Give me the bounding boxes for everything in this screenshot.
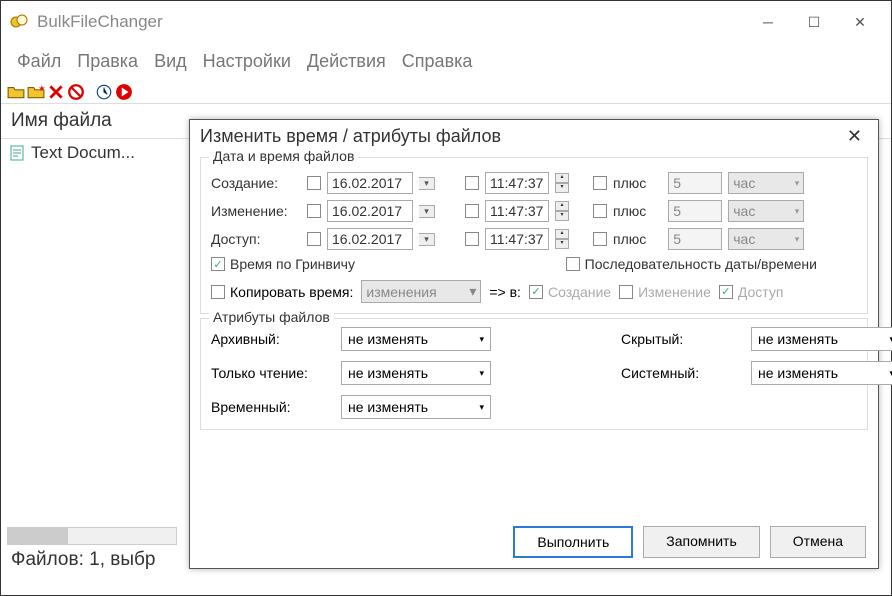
datetime-fieldset: Дата и время файлов Создание: 16.02.2017… xyxy=(200,157,868,314)
cancel-button[interactable]: Отмена xyxy=(770,526,866,558)
cancel-icon[interactable] xyxy=(67,83,85,101)
system-label: Системный: xyxy=(621,365,731,381)
copy-to-accessed-checkbox[interactable] xyxy=(719,285,733,299)
modified-plus-checkbox[interactable] xyxy=(593,204,607,218)
folder-open-icon[interactable] xyxy=(7,83,25,101)
copytime-checkbox[interactable] xyxy=(211,285,225,299)
copy-to-modified-checkbox[interactable] xyxy=(619,285,633,299)
titlebar: BulkFileChanger ─ ☐ ✕ xyxy=(1,1,891,43)
menu-edit[interactable]: Правка xyxy=(71,49,144,74)
plus-label: плюс xyxy=(613,175,646,191)
close-button[interactable]: ✕ xyxy=(837,6,883,38)
time-spinner[interactable]: ▴▾ xyxy=(555,201,569,221)
chevron-down-icon[interactable]: ▾ xyxy=(419,177,435,190)
attributes-fieldset: Атрибуты файлов Архивный: не изменять▾ С… xyxy=(200,318,868,430)
readonly-select[interactable]: не изменять▾ xyxy=(341,361,491,385)
sequence-label: Последовательность даты/времени xyxy=(585,256,817,272)
folder-add-icon[interactable]: ★ xyxy=(27,83,45,101)
execute-button[interactable]: Выполнить xyxy=(513,526,633,558)
temporary-label: Временный: xyxy=(211,399,321,415)
accessed-label: Доступ: xyxy=(211,231,301,247)
minimize-button[interactable]: ─ xyxy=(745,6,791,38)
system-select[interactable]: не изменять▾ xyxy=(751,361,892,385)
accessed-time-checkbox[interactable] xyxy=(465,232,479,246)
created-label: Создание: xyxy=(211,175,301,191)
clock-icon[interactable] xyxy=(95,83,113,101)
modified-time-input[interactable]: 11:47:37 xyxy=(485,200,549,222)
menu-file[interactable]: Файл xyxy=(11,49,67,74)
gmt-label: Время по Гринвичу xyxy=(230,256,355,272)
maximize-button[interactable]: ☐ xyxy=(791,6,837,38)
copytime-source-select[interactable]: изменения▾ xyxy=(361,280,481,303)
menu-help[interactable]: Справка xyxy=(396,49,479,74)
app-icon xyxy=(9,12,29,32)
dialog-title: Изменить время / атрибуты файлов xyxy=(200,126,841,147)
modified-date-input[interactable]: 16.02.2017 xyxy=(327,200,413,222)
time-spinner[interactable]: ▴▾ xyxy=(555,173,569,193)
delete-icon[interactable] xyxy=(47,83,65,101)
dialog-close-button[interactable]: ✕ xyxy=(841,126,868,147)
modified-label: Изменение: xyxy=(211,203,301,219)
menu-view[interactable]: Вид xyxy=(148,49,193,74)
chevron-down-icon[interactable]: ▾ xyxy=(419,205,435,218)
created-time-checkbox[interactable] xyxy=(465,176,479,190)
chevron-down-icon[interactable]: ▾ xyxy=(419,233,435,246)
svg-text:★: ★ xyxy=(38,83,45,92)
accessed-date-input[interactable]: 16.02.2017 xyxy=(327,228,413,250)
modified-date-checkbox[interactable] xyxy=(307,204,321,218)
file-name: Text Docum... xyxy=(31,143,135,163)
accessed-time-input[interactable]: 11:47:37 xyxy=(485,228,549,250)
accessed-plus-checkbox[interactable] xyxy=(593,232,607,246)
modified-unit-select[interactable]: час▾ xyxy=(728,200,804,222)
datetime-legend: Дата и время файлов xyxy=(209,148,358,164)
temporary-select[interactable]: не изменять▾ xyxy=(341,395,491,419)
plus-label: плюс xyxy=(613,231,646,247)
play-icon[interactable] xyxy=(115,83,133,101)
app-title: BulkFileChanger xyxy=(37,12,745,32)
created-date-input[interactable]: 16.02.2017 xyxy=(327,172,413,194)
created-offset-input[interactable]: 5 xyxy=(668,172,722,194)
time-spinner[interactable]: ▴▾ xyxy=(555,229,569,249)
hidden-label: Скрытый: xyxy=(621,331,731,347)
created-unit-select[interactable]: час▾ xyxy=(728,172,804,194)
plus-label: плюс xyxy=(613,203,646,219)
menubar: Файл Правка Вид Настройки Действия Справ… xyxy=(1,43,891,80)
sequence-checkbox[interactable] xyxy=(566,257,580,271)
change-time-attributes-dialog: Изменить время / атрибуты файлов ✕ Дата … xyxy=(189,119,879,569)
hidden-select[interactable]: не изменять▾ xyxy=(751,327,892,351)
arrow-to-label: => в: xyxy=(489,284,521,300)
created-plus-checkbox[interactable] xyxy=(593,176,607,190)
modified-offset-input[interactable]: 5 xyxy=(668,200,722,222)
status-bar: Файлов: 1, выбр xyxy=(1,543,165,577)
modified-time-checkbox[interactable] xyxy=(465,204,479,218)
archive-label: Архивный: xyxy=(211,331,321,347)
attributes-legend: Атрибуты файлов xyxy=(209,309,334,325)
document-icon xyxy=(9,145,25,161)
copy-to-created-checkbox[interactable] xyxy=(529,285,543,299)
readonly-label: Только чтение: xyxy=(211,365,321,381)
accessed-unit-select[interactable]: час▾ xyxy=(728,228,804,250)
menu-actions[interactable]: Действия xyxy=(301,49,392,74)
remember-button[interactable]: Запомнить xyxy=(643,526,760,558)
created-date-checkbox[interactable] xyxy=(307,176,321,190)
accessed-offset-input[interactable]: 5 xyxy=(668,228,722,250)
created-time-input[interactable]: 11:47:37 xyxy=(485,172,549,194)
menu-settings[interactable]: Настройки xyxy=(197,49,297,74)
copytime-label: Копировать время: xyxy=(230,284,353,300)
toolbar: ★ xyxy=(1,80,891,104)
accessed-date-checkbox[interactable] xyxy=(307,232,321,246)
gmt-checkbox[interactable] xyxy=(211,257,225,271)
archive-select[interactable]: не изменять▾ xyxy=(341,327,491,351)
